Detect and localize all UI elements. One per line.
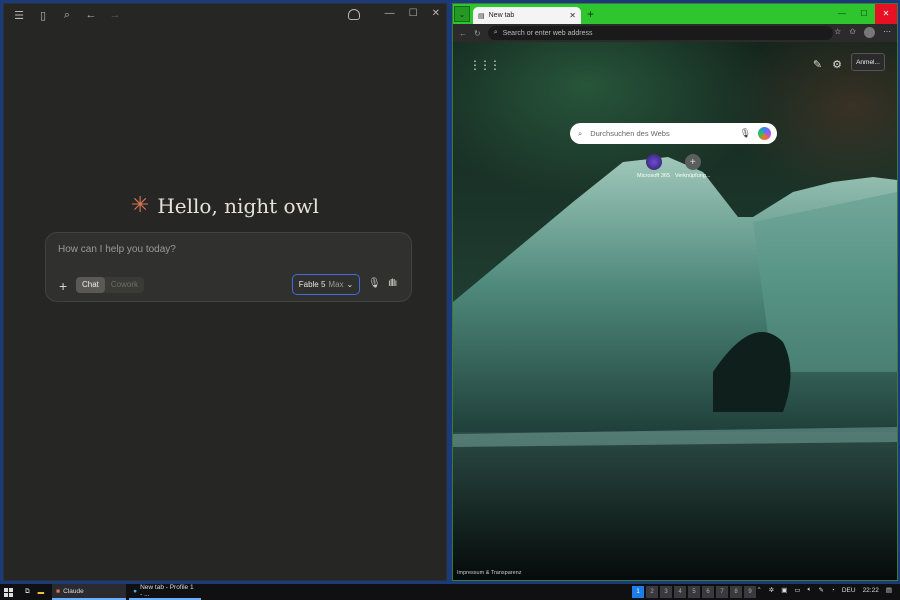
close-icon[interactable]: ✕ (432, 8, 440, 19)
web-search-box[interactable]: ⌕ Durchsuchen des Webs 🎙︎ (570, 123, 777, 144)
desktop-button[interactable]: 4 (674, 586, 686, 598)
ntp-tools: ✎ ⚙ (813, 58, 842, 71)
page-icon: ▤ (478, 12, 485, 20)
new-tab-page: ⋮⋮⋮ ✎ ⚙ Anmel... ⌕ Durchsuchen des Webs … (453, 42, 897, 580)
add-attachment-icon[interactable]: + (59, 278, 67, 294)
task-view-icon[interactable]: ⧉ (21, 584, 34, 600)
voice-search-microphone-icon[interactable]: 🎙︎ (740, 128, 751, 139)
greeting: ✳ Hello, night owl (4, 194, 446, 218)
desktop-button[interactable]: 9 (744, 586, 756, 598)
notification-icon[interactable]: ▤ (886, 586, 892, 594)
model-name: Fable 5 (298, 280, 326, 289)
minimize-icon[interactable]: — (385, 8, 395, 19)
taskbar-app-claude[interactable]: ■ Claude (52, 584, 127, 600)
address-bar[interactable]: ⌕ Search or enter web address (487, 26, 833, 40)
desktop-button[interactable]: 5 (688, 586, 700, 598)
clock[interactable]: 22:22 (863, 587, 879, 594)
tab-close-icon[interactable]: ✕ (569, 11, 576, 20)
taskbar-app-label: New tab - Profile 1 - ... (140, 584, 194, 598)
microphone-icon[interactable]: 🎙︎ (368, 278, 381, 289)
signin-button[interactable]: Anmel... (851, 53, 885, 71)
desktop-button[interactable]: 7 (716, 586, 728, 598)
mode-chat-button[interactable]: Chat (76, 277, 105, 293)
tab-strip: ⌄ ▤ New tab ✕ + — ☐ ✕ (453, 4, 897, 24)
maximize-icon[interactable]: ☐ (409, 8, 418, 19)
microsoft-365-icon (645, 154, 662, 170)
more-dots-icon[interactable]: ⋯ (883, 27, 891, 38)
chevron-up-icon[interactable]: ⌃ (756, 586, 761, 594)
search-icon: ⌕ (578, 128, 583, 138)
gear-icon[interactable]: ⚙ (832, 58, 842, 71)
volume-muted-icon[interactable]: 🔈︎ (808, 586, 812, 594)
voice-wave-icon[interactable]: ıIlIı (388, 278, 397, 289)
claude-app-icon: ■ (56, 587, 61, 595)
browser-window: ⌄ ▤ New tab ✕ + — ☐ ✕ ← ↻ ⌕ Search or en… (452, 3, 898, 581)
mode-toggle: Chat Cowork (76, 277, 145, 293)
quick-link-microsoft-365[interactable]: Microsoft 365 (637, 154, 670, 179)
address-input[interactable]: Search or enter web address (503, 30, 593, 37)
claude-titlebar: ☰ ▯ ⌕ ← → (4, 4, 446, 26)
desktop-button[interactable]: 3 (660, 586, 672, 598)
favorite-star-icon[interactable]: ☆ (834, 27, 841, 38)
claude-window-controls: — ☐ ✕ (385, 8, 440, 19)
browser-window-controls: — ☐ ✕ (831, 4, 897, 24)
taskbar-app-label: Claude (63, 587, 84, 595)
pencil-edit-icon[interactable]: ✎ (813, 58, 822, 71)
search-icon[interactable]: ⌕ (60, 8, 74, 22)
tray-app-icon[interactable]: ▣ (781, 586, 787, 594)
tab-new-tab[interactable]: ▤ New tab ✕ (473, 7, 581, 24)
taskbar-app-browser[interactable]: ● New tab - Profile 1 - ... (129, 584, 202, 600)
taskbar: ⧉ ▬ ■ Claude ● New tab - Profile 1 - ...… (0, 584, 900, 600)
search-icon: ⌕ (493, 29, 498, 36)
file-explorer-icon[interactable]: ▬ (34, 584, 49, 600)
desktop-button[interactable]: 8 (730, 586, 742, 598)
back-arrow-icon[interactable]: ← (84, 8, 98, 22)
greeting-text: Hello, night owl (157, 194, 320, 218)
sidebar-toggle-icon[interactable]: ▯ (36, 8, 50, 22)
network-icon[interactable]: ▭ (794, 586, 800, 594)
claude-window: ☰ ▯ ⌕ ← → — ☐ ✕ ✳ Hello, night owl How c… (3, 3, 447, 581)
wifi-icon[interactable]: ◔ (831, 587, 835, 594)
tab-title: New tab (488, 12, 515, 19)
virtual-desktops: 1 2 3 4 5 6 7 8 9 (632, 586, 756, 598)
desktop-button[interactable]: 2 (646, 586, 658, 598)
language-indicator[interactable]: DEU (842, 587, 856, 594)
maximize-icon[interactable]: ☐ (853, 4, 875, 24)
footer-link[interactable]: Impressum & Transparenz (457, 570, 522, 576)
mode-cowork-button[interactable]: Cowork (105, 277, 144, 293)
back-arrow-icon[interactable]: ← (459, 29, 467, 38)
web-search-input[interactable]: Durchsuchen des Webs (590, 129, 670, 138)
profile-avatar[interactable] (864, 27, 875, 38)
desktop-button[interactable]: 1 (632, 586, 644, 598)
refresh-icon[interactable]: ↻ (474, 29, 481, 38)
edge-browser-icon: ● (133, 587, 138, 595)
favorites-list-icon[interactable]: ✩ (849, 27, 856, 38)
system-tray: ⌃ ✲ ▣ ▭ 🔈︎ ✎ ◔ DEU 22:22 ▤ (756, 586, 892, 594)
quick-link-add-shortcut[interactable]: + Verknüpfung... (675, 154, 710, 179)
claude-spark-icon: ✳ (130, 193, 150, 218)
windows-start-icon[interactable] (4, 587, 13, 597)
new-tab-plus-icon[interactable]: + (587, 7, 594, 21)
chevron-down-icon: ⌄ (346, 280, 354, 289)
apps-grid-icon[interactable]: ⋮⋮⋮ (469, 58, 501, 72)
quick-link-label: Verknüpfung... (675, 173, 711, 179)
address-bar-row: ← ↻ ⌕ Search or enter web address ☆ ✩ ⋯ (453, 24, 897, 42)
model-selector[interactable]: Fable 5 Max ⌄ (292, 274, 360, 295)
incognito-ghost-icon[interactable] (348, 9, 360, 20)
close-icon[interactable]: ✕ (875, 4, 897, 24)
tray-app-icon[interactable]: ✲ (769, 586, 774, 594)
copilot-icon[interactable] (758, 127, 771, 140)
toolbar-right: ☆ ✩ ⋯ (834, 27, 891, 38)
desktop-button[interactable]: 6 (702, 586, 714, 598)
pen-icon[interactable]: ✎ (818, 586, 823, 594)
quick-link-label: Microsoft 365 (637, 173, 671, 179)
prompt-input[interactable]: How can I help you today? (58, 244, 176, 255)
minimize-icon[interactable]: — (831, 4, 853, 24)
plus-icon: + (684, 154, 701, 170)
model-tier: Max (328, 280, 344, 289)
menu-icon[interactable]: ☰ (12, 8, 26, 22)
prompt-box[interactable]: How can I help you today? + Chat Cowork … (45, 232, 412, 302)
forward-arrow-icon[interactable]: → (108, 8, 122, 22)
tab-actions-chevron-icon[interactable]: ⌄ (454, 6, 470, 22)
